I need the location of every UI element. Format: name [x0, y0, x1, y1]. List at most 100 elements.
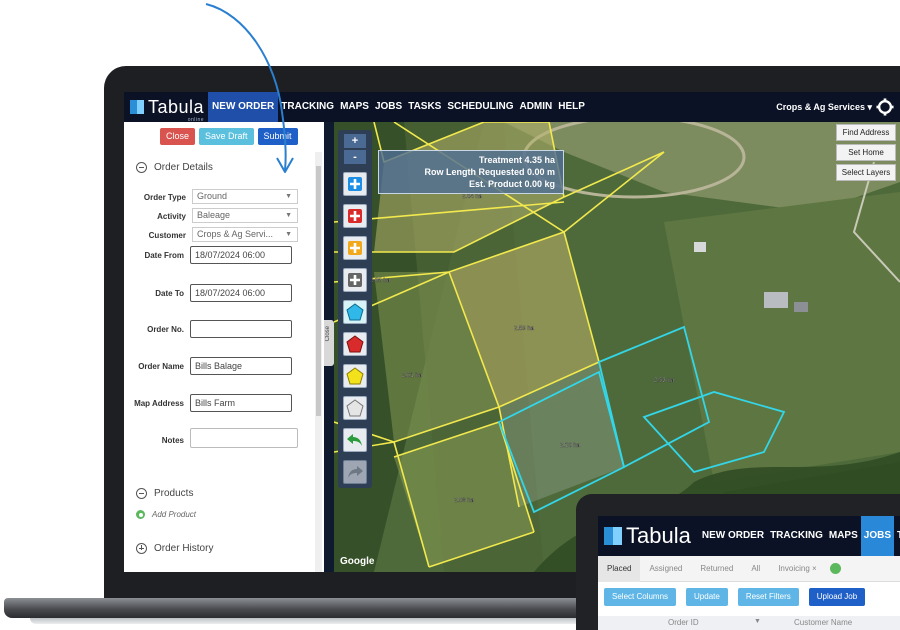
find-address-button[interactable]: Find Address: [836, 124, 896, 141]
nav-help[interactable]: HELP: [555, 92, 588, 122]
nav-maps[interactable]: MAPS: [337, 92, 372, 122]
panel-collapse-tab[interactable]: Close: [324, 320, 334, 366]
order-type-value: Ground: [197, 191, 228, 201]
submit-button[interactable]: Submit: [257, 128, 298, 145]
zoom-out-button[interactable]: -: [344, 150, 366, 164]
add-product-link[interactable]: Add Product: [136, 510, 196, 519]
column-order-id[interactable]: Order ID: [668, 618, 699, 627]
tab-returned[interactable]: Returned: [691, 556, 742, 582]
notes-label: Notes: [161, 436, 184, 445]
date-to-input[interactable]: 18/07/2024 06:00: [190, 284, 292, 302]
customer-select[interactable]: Crops & Ag Servi... ▼: [192, 227, 298, 242]
paddock-label: 2.53 ha: [654, 378, 675, 384]
panel-scrollbar[interactable]: [315, 152, 322, 572]
notes-textarea[interactable]: [190, 428, 298, 448]
drawing-toolbar: + -: [338, 130, 372, 488]
customer-value: Crops & Ag Servi...: [197, 229, 274, 239]
tab-invoicing[interactable]: Invoicing ×: [769, 556, 825, 582]
date-to-label: Date To: [155, 289, 184, 298]
add-icon: [136, 510, 145, 519]
tablet-nav-tracking[interactable]: TRACKING: [767, 516, 826, 556]
panel-actions: Close Save Draft Submit: [160, 128, 298, 145]
products-header[interactable]: Products: [136, 488, 193, 499]
nav-jobs[interactable]: JOBS: [372, 92, 405, 122]
tablet-logo-text: Tabula: [626, 523, 691, 548]
order-panel: Close Save Draft Submit Order Details Or…: [124, 122, 324, 572]
paddock-label: 2.16 ha: [560, 443, 581, 449]
collapse-icon: [136, 488, 147, 499]
date-from-input[interactable]: 18/07/2024 06:00: [190, 246, 292, 264]
tabula-logo[interactable]: Tabula online: [130, 98, 204, 123]
gear-icon[interactable]: [876, 98, 894, 116]
zoom-in-button[interactable]: +: [344, 134, 366, 148]
sort-caret-icon[interactable]: ▼: [754, 618, 761, 625]
order-name-input[interactable]: Bills Balage: [190, 357, 292, 375]
farm-building: [764, 292, 788, 308]
map-address-input[interactable]: Bills Farm: [190, 394, 292, 412]
select-layers-button[interactable]: Select Layers: [836, 164, 896, 181]
tablet-nav-jobs[interactable]: JOBS: [860, 516, 894, 556]
select-columns-button[interactable]: Select Columns: [604, 588, 677, 606]
job-actions: Select Columns Update Reset Filters Uplo…: [604, 588, 866, 606]
paddock-label: 2.08 ha: [454, 498, 475, 504]
order-history-title: Order History: [154, 543, 214, 554]
tablet-nav-tasks[interactable]: TA: [894, 516, 900, 556]
job-status-tabs: Placed Assigned Returned All Invoicing ×: [598, 555, 900, 582]
tablet-nav-new-order[interactable]: NEW ORDER: [699, 516, 767, 556]
pentagon-yellow-icon[interactable]: [343, 364, 367, 388]
date-from-label: Date From: [144, 251, 184, 260]
nav-menu: NEW ORDER TRACKING MAPS JOBS TASKS SCHED…: [208, 92, 588, 122]
nav-tracking[interactable]: TRACKING: [278, 92, 337, 122]
tab-placed[interactable]: Placed: [598, 555, 641, 582]
save-draft-button[interactable]: Save Draft: [199, 128, 254, 145]
reset-filters-button[interactable]: Reset Filters: [737, 588, 799, 606]
account-menu[interactable]: Crops & Ag Services ▾: [776, 92, 872, 122]
tablet-nav-bar: Tabula online NEW ORDER TRACKING MAPS JO…: [598, 516, 900, 563]
chevron-down-icon: ▾: [867, 102, 872, 112]
tab-assigned[interactable]: Assigned: [640, 556, 691, 582]
tablet-nav-maps[interactable]: MAPS: [826, 516, 861, 556]
activity-select[interactable]: Baleage ▼: [192, 208, 298, 223]
nav-admin[interactable]: ADMIN: [516, 92, 555, 122]
scrollbar-thumb[interactable]: [316, 166, 321, 416]
order-no-label: Order No.: [147, 325, 184, 334]
undo-icon[interactable]: [343, 428, 367, 452]
farm-building-2: [794, 302, 808, 312]
add-orange-icon[interactable]: [343, 236, 367, 260]
add-red-icon[interactable]: [343, 204, 367, 228]
redo-icon[interactable]: [343, 460, 367, 484]
order-history-header[interactable]: Order History: [136, 543, 213, 554]
account-name: Crops & Ag Services: [776, 102, 865, 112]
pentagon-blue-icon[interactable]: [343, 300, 367, 324]
activity-label: Activity: [157, 212, 186, 221]
logo-mark-icon: [130, 100, 144, 114]
nav-tasks[interactable]: TASKS: [405, 92, 444, 122]
caret-down-icon: ▼: [285, 212, 292, 219]
tab-all[interactable]: All: [742, 556, 769, 582]
column-customer-name[interactable]: Customer Name: [794, 618, 852, 627]
nav-new-order[interactable]: NEW ORDER: [208, 92, 279, 122]
expand-icon: [136, 543, 147, 554]
add-blue-icon[interactable]: [343, 172, 367, 196]
upload-job-button[interactable]: Upload Job: [808, 588, 866, 606]
refresh-icon[interactable]: [829, 563, 841, 574]
tablet-logo[interactable]: Tabula online: [604, 523, 691, 563]
update-button[interactable]: Update: [686, 588, 728, 606]
set-home-button[interactable]: Set Home: [836, 144, 896, 161]
map-address-label: Map Address: [134, 399, 184, 408]
order-name-label: Order Name: [138, 362, 184, 371]
caret-down-icon: ▼: [285, 231, 292, 238]
google-attribution: Google: [340, 556, 375, 567]
paddock-label: 2.59 ha: [514, 326, 535, 332]
nav-scheduling[interactable]: SCHEDULING: [444, 92, 516, 122]
customer-label: Customer: [148, 231, 186, 240]
close-button[interactable]: Close: [160, 128, 196, 145]
pentagon-red-icon[interactable]: [343, 332, 367, 356]
order-no-input[interactable]: [190, 320, 292, 338]
order-details-header[interactable]: Order Details: [136, 162, 213, 173]
tablet-screen: Tabula online NEW ORDER TRACKING MAPS JO…: [598, 516, 900, 630]
order-details-title: Order Details: [154, 162, 213, 173]
pentagon-grey-icon[interactable]: [343, 396, 367, 420]
order-type-select[interactable]: Ground ▼: [192, 189, 298, 204]
add-grey-icon[interactable]: [343, 268, 367, 292]
